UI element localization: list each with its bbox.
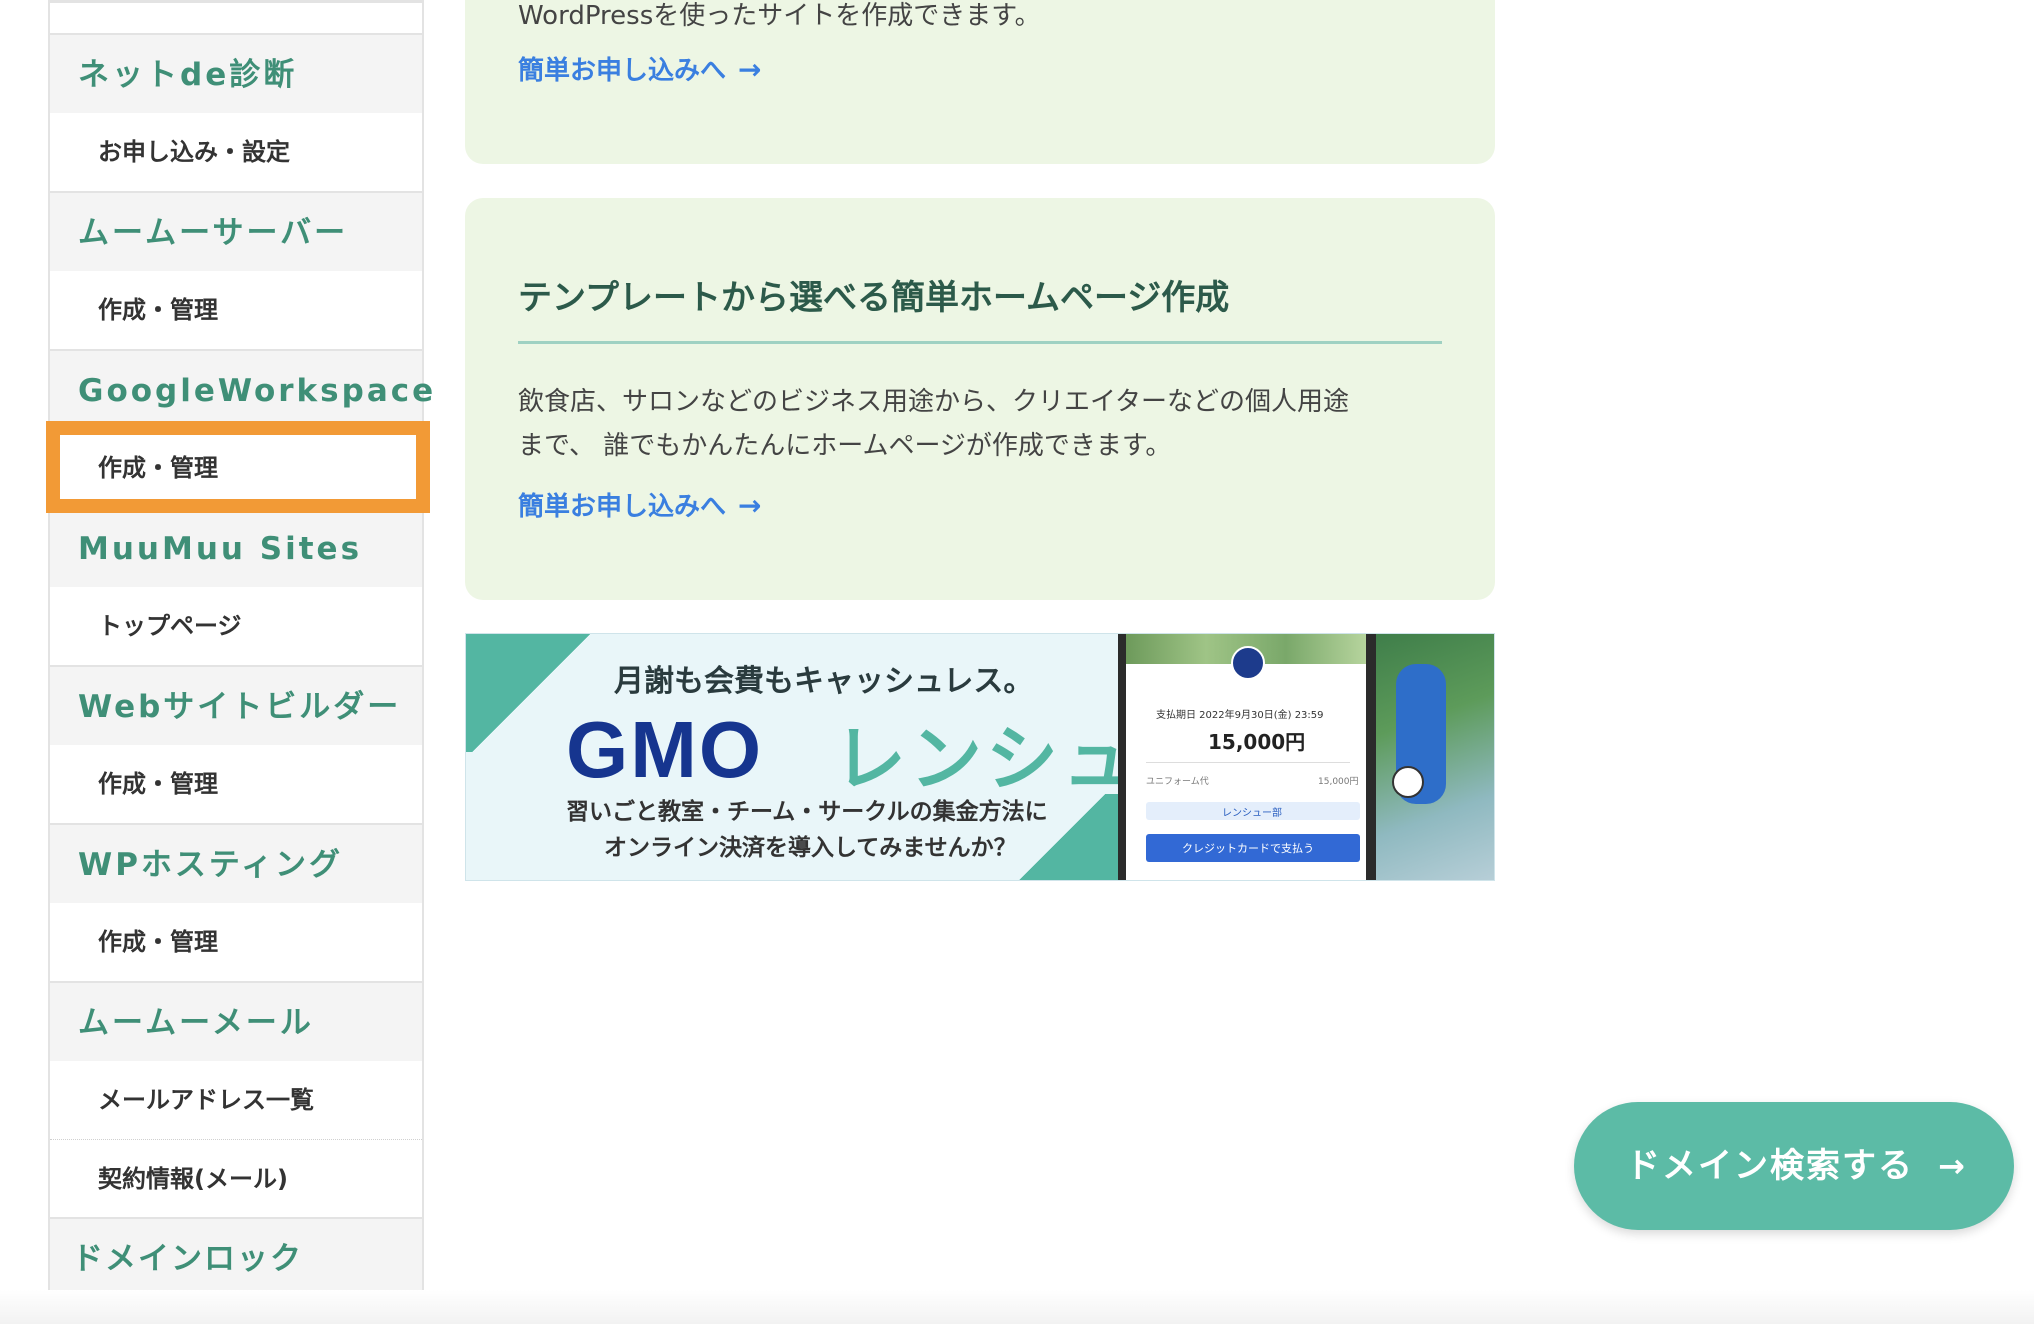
sidebar-nav: ネットde診断 お申し込み・設定 ムームーサーバー 作成・管理 GoogleWo… [48, 0, 433, 1324]
bottom-shadow [0, 1290, 2034, 1324]
team-emblem-icon [1231, 646, 1265, 680]
gmo-renshu-banner[interactable]: 月謝も会費もキャッシュレス。 GMO レンシュ 習いごと教室・チーム・サークルの… [465, 633, 1495, 881]
sidebar-section-muumuu-sites[interactable]: MuuMuu Sites [50, 507, 422, 587]
gmo-logo: GMO [566, 705, 764, 794]
renshu-logo: レンシュ [834, 717, 1139, 801]
sidebar-item-wp-manage[interactable]: 作成・管理 [50, 903, 422, 981]
sidebar-top-divider [50, 0, 422, 3]
sidebar-section-web-site-builder[interactable]: Webサイトビルダー [50, 665, 422, 745]
soccer-ball-icon [1392, 766, 1424, 798]
phone-amount: 15,000円 [1208, 730, 1306, 754]
banner-subtext-line2: オンライン決済を導入してみませんか？ [604, 835, 1017, 861]
sidebar-section-domain-lock[interactable]: ドメインロック [50, 1217, 422, 1297]
apply-link-label: 簡単お申し込みへ [518, 492, 727, 522]
template-homepage-card: テンプレートから選べる簡単ホームページ作成 飲食店、サロンなどのビジネス用途から… [465, 198, 1495, 600]
sidebar-item-netde-apply[interactable]: お申し込み・設定 [50, 113, 422, 191]
phone-due-date: 支払期日 2022年9月30日(金) 23:59 [1156, 710, 1324, 721]
sidebar-item-mail-contract[interactable]: 契約情報(メール) [50, 1139, 422, 1217]
arrow-right-icon: → [1938, 1147, 1967, 1185]
banner-tagline: 月謝も会費もキャッシュレス。 [614, 664, 1034, 699]
domain-search-label: ドメイン検索する [1626, 1146, 1914, 1186]
card-description: WordPressを使ったサイトを作成できます。 [518, 1, 1041, 31]
highlight-box [46, 421, 430, 513]
phone-pay-button-label: クレジットカードで支払う [1182, 842, 1314, 855]
card-description-line2: まで、 誰でもかんたんにホームページが作成できます。 [518, 431, 1172, 461]
arrow-right-icon: → [738, 53, 762, 86]
domain-search-button[interactable]: ドメイン検索する → [1574, 1102, 2014, 1230]
card-divider [518, 341, 1442, 344]
apply-link[interactable]: 簡単お申し込みへ → [518, 50, 761, 87]
sidebar-section-netde[interactable]: ネットde診断 [50, 33, 422, 113]
apply-link[interactable]: 簡単お申し込みへ → [518, 486, 761, 523]
wordpress-card: WordPressを使ったサイトを作成できます。 簡単お申し込みへ → [465, 0, 1495, 164]
card-description-line1: 飲食店、サロンなどのビジネス用途から、クリエイターなどの個人用途 [518, 387, 1349, 417]
phone-item-label: ユニフォーム代 [1146, 777, 1209, 787]
sidebar-section-wp-hosting[interactable]: WPホスティング [50, 823, 422, 903]
banner-subtext-line1: 習いごと教室・チーム・サークルの集金方法に [566, 799, 1048, 825]
sidebar-section-google-workspace[interactable]: GoogleWorkspace [50, 349, 433, 429]
apply-link-label: 簡単お申し込みへ [518, 56, 727, 86]
sidebar-item-mail-addresses[interactable]: メールアドレス一覧 [50, 1061, 422, 1139]
sidebar-item-builder-manage[interactable]: 作成・管理 [50, 745, 422, 823]
card-title: テンプレートから選べる簡単ホームページ作成 [518, 278, 1230, 318]
phone-club-name: レンシュー部 [1222, 808, 1282, 819]
arrow-right-icon: → [738, 489, 762, 522]
sidebar-item-server-manage[interactable]: 作成・管理 [50, 271, 422, 349]
sidebar-item-sites-top[interactable]: トップページ [50, 587, 422, 665]
sidebar-section-muumuu-server[interactable]: ムームーサーバー [50, 191, 422, 271]
sidebar-section-muumuu-mail[interactable]: ムームーメール [50, 981, 422, 1061]
phone-divider [1146, 762, 1350, 763]
phone-item-amount: 15,000円 [1318, 777, 1359, 787]
